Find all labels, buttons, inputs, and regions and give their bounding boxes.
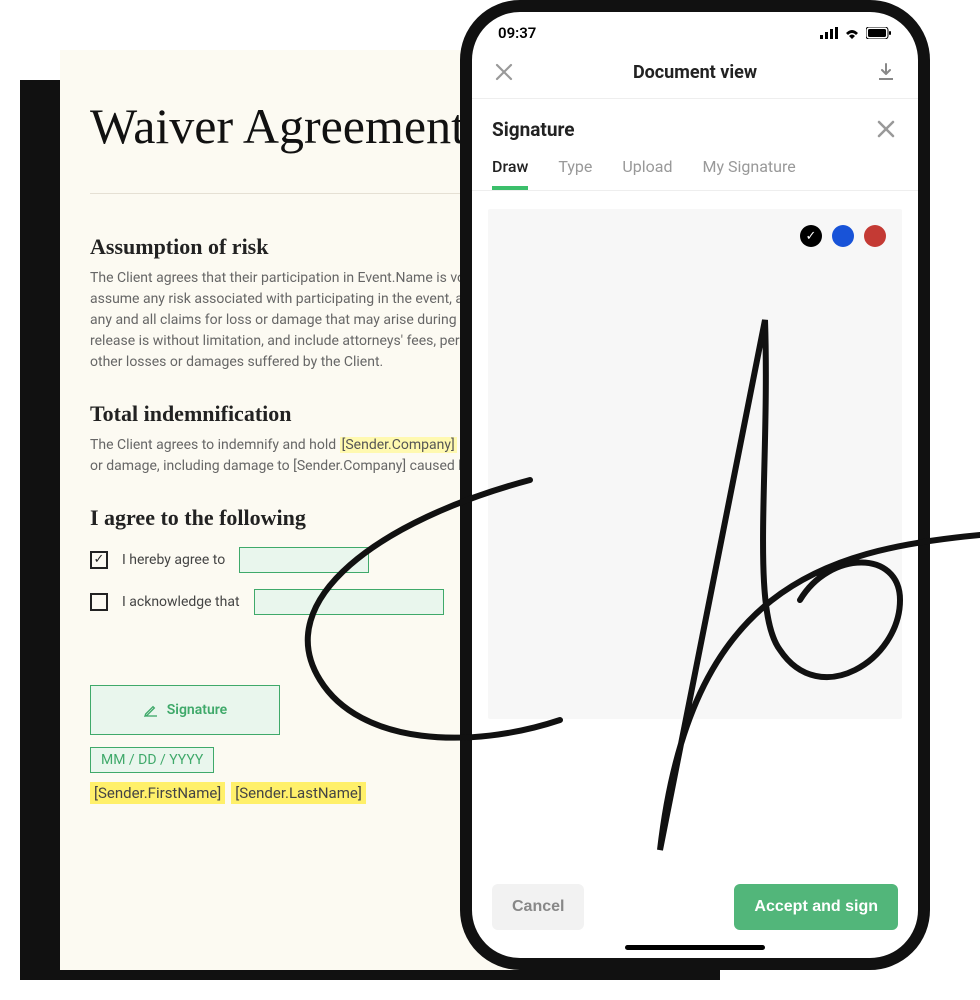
cancel-button[interactable]: Cancel <box>492 884 584 930</box>
color-red[interactable] <box>864 225 886 247</box>
check-icon: ✓ <box>806 229 817 244</box>
close-panel-icon[interactable] <box>874 117 898 141</box>
cellular-icon <box>820 27 838 39</box>
tabs: Draw Type Upload My Signature <box>472 151 918 190</box>
checkbox-agree[interactable]: ✓ <box>90 551 108 569</box>
accept-sign-button[interactable]: Accept and sign <box>734 884 898 930</box>
signature-label: Signature <box>167 702 227 718</box>
appbar-title: Document view <box>633 62 757 83</box>
app-bar: Document view <box>472 50 918 98</box>
panel-header: Signature <box>472 99 918 151</box>
tab-mysignature[interactable]: My Signature <box>702 157 795 190</box>
status-icons <box>820 27 892 39</box>
text: The Client agrees to indemnify and hold <box>90 437 340 453</box>
merge-token: [Sender.Company] <box>340 437 457 453</box>
status-bar: 09:37 <box>472 12 918 50</box>
signature-canvas[interactable]: ✓ <box>488 209 902 719</box>
checkbox-acknowledge[interactable] <box>90 593 108 611</box>
action-row: Cancel Accept and sign <box>472 884 918 930</box>
fill-field[interactable] <box>239 547 369 573</box>
battery-icon <box>866 27 892 39</box>
home-indicator <box>625 945 765 950</box>
check-label: I acknowledge that <box>122 594 240 610</box>
pen-icon <box>143 702 159 718</box>
color-black[interactable]: ✓ <box>800 225 822 247</box>
tab-draw[interactable]: Draw <box>492 157 528 190</box>
color-picker: ✓ <box>800 225 886 247</box>
date-field[interactable]: MM / DD / YYYY <box>90 747 214 773</box>
status-time: 09:37 <box>498 24 536 42</box>
lastname-token: [Sender.LastName] <box>231 782 366 804</box>
tab-upload[interactable]: Upload <box>622 157 672 190</box>
color-blue[interactable] <box>832 225 854 247</box>
firstname-token: [Sender.FirstName] <box>90 782 225 804</box>
download-icon[interactable] <box>874 60 898 84</box>
wifi-icon <box>844 27 860 39</box>
panel-title: Signature <box>492 118 575 141</box>
check-label: I hereby agree to <box>122 552 225 568</box>
phone-frame: 09:37 Document view Signature Draw Type … <box>460 0 930 970</box>
divider <box>472 190 918 191</box>
close-icon[interactable] <box>492 60 516 84</box>
fill-field[interactable] <box>254 589 444 615</box>
tab-type[interactable]: Type <box>558 157 592 190</box>
signature-field[interactable]: Signature <box>90 685 280 735</box>
